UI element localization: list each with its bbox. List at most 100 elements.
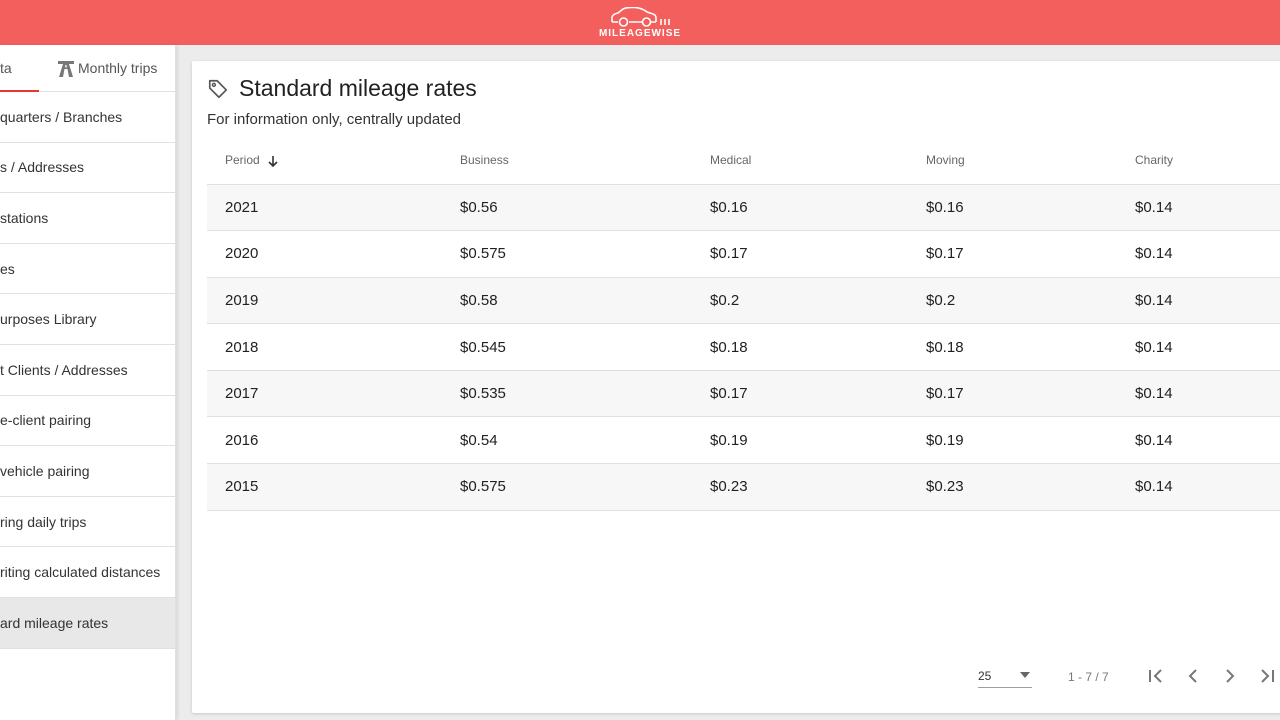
sidebar-item-label: urposes Library [0, 311, 97, 328]
column-header-period[interactable]: Period [207, 137, 460, 185]
cell-charity: $0.14 [1135, 463, 1280, 511]
cell-business: $0.575 [460, 230, 710, 278]
first-page-button[interactable] [1144, 664, 1168, 688]
cell-medical: $0.17 [710, 230, 926, 278]
pagination: 25 1 - 7 / 7 [192, 661, 1280, 691]
column-header-label: Medical [710, 153, 752, 168]
column-header-label: Business [460, 153, 509, 168]
table-row: 2020 $0.575 $0.17 $0.17 $0.14 [207, 230, 1280, 278]
column-header-label: Moving [926, 153, 965, 168]
table-row: 2018 $0.545 $0.18 $0.18 $0.14 [207, 323, 1280, 371]
cell-charity: $0.14 [1135, 370, 1280, 418]
sidebar-item-label: vehicle pairing [0, 462, 90, 479]
pagination-range: 1 - 7 / 7 [1068, 670, 1109, 684]
car-logo-icon [611, 6, 670, 27]
cell-business: $0.56 [460, 184, 710, 232]
table-row: 2016 $0.54 $0.19 $0.19 $0.14 [207, 416, 1280, 465]
cell-moving: $0.16 [926, 184, 1135, 232]
cell-medical: $0.19 [710, 416, 926, 465]
sidebar-item-label: riting calculated distances [0, 564, 161, 581]
column-header-moving[interactable]: Moving [926, 137, 1135, 185]
sort-arrow-down-icon [268, 155, 278, 167]
tab-data[interactable]: ta [0, 45, 39, 92]
cell-charity: $0.14 [1135, 416, 1280, 465]
main-card: Standard mileage rates For information o… [192, 61, 1280, 713]
cell-period: 2021 [207, 184, 460, 232]
sidebar-item-label: stations [0, 209, 49, 226]
cell-moving: $0.2 [926, 277, 1135, 325]
table-row: 2017 $0.535 $0.17 $0.17 $0.14 [207, 370, 1280, 418]
sidebar-item-daily-trips[interactable]: ring daily trips [0, 497, 175, 548]
sidebar-item-label: s / Addresses [0, 159, 85, 176]
cell-charity: $0.14 [1135, 230, 1280, 278]
logo-text: MILEAGEWISE [598, 27, 682, 39]
column-header-medical[interactable]: Medical [710, 137, 926, 185]
card-header: Standard mileage rates [207, 75, 477, 102]
cell-medical: $0.23 [710, 463, 926, 511]
sidebar-item-clients[interactable]: t Clients / Addresses [0, 345, 175, 396]
column-header-label: Charity [1135, 153, 1174, 168]
top-bar: MILEAGEWISE [0, 0, 1280, 45]
caret-down-icon [1020, 672, 1030, 678]
cell-moving: $0.19 [926, 416, 1135, 465]
cell-charity: $0.14 [1135, 184, 1280, 232]
cell-period: 2016 [207, 416, 460, 465]
cell-medical: $0.2 [710, 277, 926, 325]
cell-business: $0.58 [460, 277, 710, 325]
cell-moving: $0.17 [926, 230, 1135, 278]
sidebar-item-vehicles[interactable]: es [0, 244, 175, 295]
cell-moving: $0.17 [926, 370, 1135, 418]
chevron-left-icon [1188, 669, 1197, 683]
cell-medical: $0.16 [710, 184, 926, 232]
cell-charity: $0.14 [1135, 277, 1280, 325]
table-row: 2019 $0.58 $0.2 $0.2 $0.14 [207, 277, 1280, 325]
sidebar-item-label: es [0, 260, 15, 277]
cell-period: 2017 [207, 370, 460, 418]
sidebar-item-label: ring daily trips [0, 513, 87, 530]
tab-monthly-trips-label: Monthly trips [78, 60, 158, 76]
tab-monthly-trips[interactable]: Monthly trips [56, 45, 157, 91]
next-page-button[interactable] [1218, 664, 1242, 688]
items-per-page-select[interactable]: 25 [978, 664, 1032, 688]
road-icon [58, 61, 74, 77]
chevron-right-icon [1226, 669, 1235, 683]
cell-moving: $0.18 [926, 323, 1135, 371]
app-logo[interactable]: MILEAGEWISE [598, 6, 682, 39]
table-row: 2021 $0.56 $0.16 $0.16 $0.14 [207, 184, 1280, 232]
tag-icon [208, 79, 228, 98]
sidebar-item-label: e-client pairing [0, 412, 92, 429]
items-per-page-value: 25 [978, 669, 992, 683]
sidebar-item-purposes-library[interactable]: urposes Library [0, 294, 175, 345]
table-header-row: Period Business Medical Moving Charity [207, 137, 1280, 185]
cell-business: $0.575 [460, 463, 710, 511]
sidebar: ta Monthly trips quarters / Branches s /… [0, 45, 176, 720]
cell-business: $0.54 [460, 416, 710, 465]
sidebar-item-headquarters[interactable]: quarters / Branches [0, 92, 175, 143]
page-title: Standard mileage rates [239, 75, 477, 101]
cell-medical: $0.18 [710, 323, 926, 371]
cell-business: $0.545 [460, 323, 710, 371]
sidebar-item-label: quarters / Branches [0, 108, 123, 125]
cell-business: $0.535 [460, 370, 710, 418]
sidebar-item-stations[interactable]: stations [0, 193, 175, 244]
rates-table: Period Business Medical Moving Charity 2… [207, 137, 1280, 511]
active-tab-indicator [0, 90, 39, 92]
cell-period: 2019 [207, 277, 460, 325]
cell-medical: $0.17 [710, 370, 926, 418]
previous-page-button[interactable] [1181, 664, 1205, 688]
sidebar-item-addresses[interactable]: s / Addresses [0, 143, 175, 194]
sidebar-item-standard-mileage-rates[interactable]: ard mileage rates [0, 597, 175, 649]
column-header-charity[interactable]: Charity [1135, 137, 1280, 185]
column-header-label: Period [225, 152, 260, 167]
cell-period: 2018 [207, 323, 460, 371]
sidebar-item-calculated-distances[interactable]: riting calculated distances [0, 547, 175, 598]
sidebar-item-label: t Clients / Addresses [0, 361, 128, 378]
sidebar-item-vehicle-pairing[interactable]: vehicle pairing [0, 446, 175, 497]
sidebar-item-client-pairing[interactable]: e-client pairing [0, 396, 175, 447]
column-header-business[interactable]: Business [460, 137, 710, 185]
last-page-button[interactable] [1255, 664, 1279, 688]
last-page-icon [1261, 669, 1274, 683]
cell-charity: $0.14 [1135, 323, 1280, 371]
tab-data-label: ta [0, 60, 12, 76]
table-row: 2015 $0.575 $0.23 $0.23 $0.14 [207, 463, 1280, 511]
